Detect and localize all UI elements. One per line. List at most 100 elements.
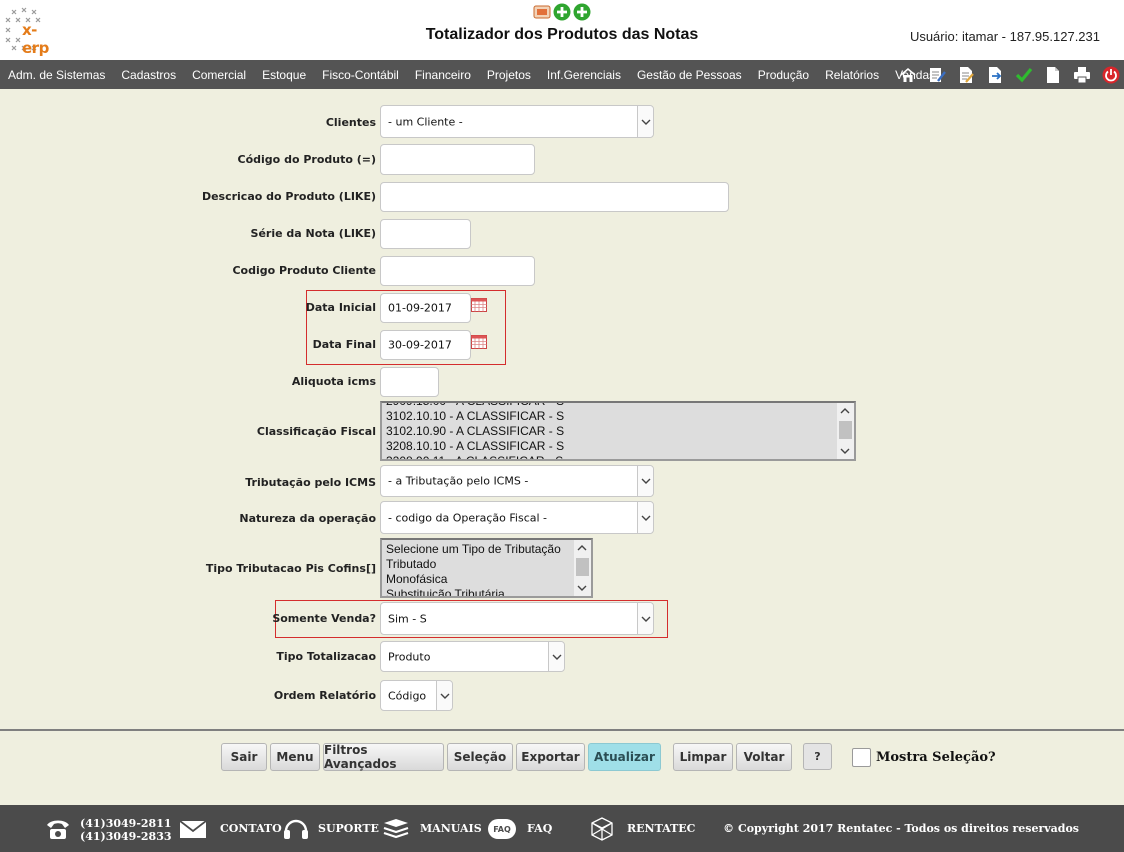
chevron-down-icon — [637, 466, 653, 496]
nav-item-cadastros[interactable]: Cadastros — [113, 68, 184, 82]
ordem-relatorio-select[interactable]: Código — [380, 680, 453, 711]
nav-item-estoque[interactable]: Estoque — [254, 68, 314, 82]
codigo-produto-cliente-input[interactable] — [380, 256, 535, 286]
tributacao-icms-label: Tributação pelo ICMS — [245, 476, 376, 489]
tributacao-option[interactable]: Selecione um Tipo de Tributação — [382, 542, 574, 557]
somente-venda-label: Somente Venda? — [272, 612, 376, 625]
export-icon[interactable] — [985, 65, 1004, 84]
chevron-up-icon[interactable] — [577, 544, 587, 551]
headset-icon[interactable] — [283, 817, 309, 841]
aliquota-icms-input[interactable] — [380, 367, 439, 397]
add-icon[interactable] — [553, 3, 571, 21]
nav-item-inf-gerenciais[interactable]: Inf.Gerenciais — [539, 68, 629, 82]
nav-menu: Adm. de Sistemas Cadastros Comercial Estoqu… — [0, 60, 943, 89]
descricao-produto-label: Descricao do Produto (LIKE) — [201, 190, 376, 203]
check-icon[interactable] — [1014, 65, 1033, 84]
somente-venda-select[interactable]: Sim - S — [380, 602, 654, 635]
codigo-produto-input[interactable] — [380, 144, 535, 175]
calendar-icon[interactable] — [471, 335, 487, 349]
natureza-operacao-select[interactable]: - codigo da Operação Fiscal - — [380, 501, 654, 534]
nav-item-produ-o[interactable]: Produção — [750, 68, 817, 82]
atualizar-button[interactable]: Atualizar — [588, 743, 661, 771]
nav-item-relat-rios[interactable]: Relatórios — [817, 68, 887, 82]
exportar-button[interactable]: Exportar — [516, 743, 585, 771]
descricao-produto-input[interactable] — [380, 182, 729, 212]
nav-item-adm-de-sistemas[interactable]: Adm. de Sistemas — [0, 68, 113, 82]
phone-icon — [47, 820, 69, 839]
edit-icon[interactable] — [927, 65, 946, 84]
chevron-down-icon[interactable] — [577, 585, 587, 592]
codigo-produto-cliente-label: Codigo Produto Cliente — [232, 264, 376, 277]
rentatec-link[interactable]: RENTATEC — [627, 805, 695, 852]
nav-item-gest-o-de-pessoas[interactable]: Gestão de Pessoas — [629, 68, 750, 82]
classificacao-option[interactable]: 3102.10.10 - A CLASSIFICAR - S — [382, 409, 837, 424]
help-button[interactable]: ? — [803, 743, 832, 770]
calendar-icon[interactable] — [471, 298, 487, 312]
voltar-button[interactable]: Voltar — [736, 743, 792, 771]
chevron-down-icon — [637, 603, 653, 634]
classificacao-fiscal-listbox[interactable]: 2909.15.00 - A CLASSIFICAR - S 3102.10.10… — [380, 401, 856, 461]
clientes-value: - um Cliente - — [388, 115, 463, 128]
tributacao-icms-select[interactable]: - a Tributação pelo ICMS - — [380, 465, 654, 497]
footer: (41)3049-2811 (41)3049-2833 CONTATO SUPO… — [0, 805, 1124, 852]
data-final-label: Data Final — [312, 338, 376, 351]
rentatec-logo-icon[interactable] — [588, 815, 616, 843]
chevron-down-icon[interactable] — [840, 448, 850, 455]
nav-item-fisco-cont-bil[interactable]: Fisco-Contábil — [314, 68, 407, 82]
power-icon[interactable] — [1101, 65, 1120, 84]
faq-icon[interactable]: FAQ — [488, 819, 516, 839]
phone-2: (41)3049-2833 — [80, 830, 172, 843]
data-final-input[interactable]: 30-09-2017 — [380, 330, 471, 360]
nav-item-comercial[interactable]: Comercial — [184, 68, 254, 82]
classificacao-option[interactable]: 3208.90.11 - A CLASSIFICAR - S — [382, 454, 837, 459]
filtros-avancados-button[interactable]: Filtros Avançados — [323, 743, 444, 771]
tipo-tributacao-pis-listbox[interactable]: Selecione um Tipo de Tributação Tributado… — [380, 538, 593, 598]
mail-icon[interactable] — [180, 821, 206, 838]
tipo-totalizacao-select[interactable]: Produto — [380, 641, 565, 672]
phone-1: (41)3049-2811 — [80, 817, 172, 830]
tributacao-option[interactable]: Monofásica — [382, 572, 574, 587]
scrollbar-thumb[interactable] — [839, 421, 852, 439]
main-nav: Adm. de Sistemas Cadastros Comercial Estoqu… — [0, 60, 1124, 89]
natureza-operacao-label: Natureza da operação — [239, 512, 376, 525]
nav-item-projetos[interactable]: Projetos — [479, 68, 539, 82]
chevron-down-icon — [548, 642, 564, 671]
scrollbar-thumb[interactable] — [576, 558, 589, 576]
selecao-button[interactable]: Seleção — [447, 743, 513, 771]
user-info: Usuário: itamar - 187.95.127.231 — [909, 29, 1100, 44]
home-icon[interactable] — [898, 65, 917, 84]
classificacao-option[interactable]: 3208.10.10 - A CLASSIFICAR - S — [382, 439, 837, 454]
chevron-down-icon — [637, 106, 653, 137]
top-icons — [533, 3, 591, 21]
faq-link[interactable]: FAQ — [527, 805, 552, 852]
add-more-icon[interactable] — [573, 3, 591, 21]
classificacao-option[interactable]: 3102.10.90 - A CLASSIFICAR - S — [382, 424, 837, 439]
contato-link[interactable]: CONTATO — [220, 805, 282, 852]
clientes-label: Clientes — [325, 116, 376, 129]
tipo-totalizacao-label: Tipo Totalizacao — [276, 650, 376, 663]
chevron-up-icon[interactable] — [840, 407, 850, 414]
books-icon[interactable] — [382, 818, 410, 840]
ordem-relatorio-label: Ordem Relatório — [273, 689, 376, 702]
suporte-link[interactable]: SUPORTE — [318, 805, 379, 852]
tipo-tributacao-options: Selecione um Tipo de Tributação Tributado… — [382, 542, 574, 596]
presentation-icon[interactable] — [533, 3, 551, 21]
mostra-selecao-checkbox[interactable] — [852, 748, 871, 767]
menu-button[interactable]: Menu — [270, 743, 320, 771]
nav-item-financeiro[interactable]: Financeiro — [407, 68, 479, 82]
tipo-tributacao-pis-label: Tipo Tributacao Pis Cofins[] — [205, 562, 376, 575]
serie-nota-input[interactable] — [380, 219, 471, 249]
print-icon[interactable] — [1072, 65, 1091, 84]
tributacao-option[interactable]: Tributado — [382, 557, 574, 572]
scrollbar[interactable] — [574, 540, 591, 596]
scrollbar[interactable] — [837, 403, 854, 459]
limpar-button[interactable]: Limpar — [673, 743, 733, 771]
page-icon[interactable] — [1043, 65, 1062, 84]
classificacao-option[interactable]: 2909.15.00 - A CLASSIFICAR - S — [382, 403, 837, 409]
manuais-link[interactable]: MANUAIS — [420, 805, 482, 852]
sair-button[interactable]: Sair — [221, 743, 267, 771]
tributacao-option[interactable]: Substituição Tributária — [382, 587, 574, 596]
data-inicial-input[interactable]: 01-09-2017 — [380, 293, 471, 323]
clientes-select[interactable]: - um Cliente - — [380, 105, 654, 138]
document-edit-icon[interactable] — [956, 65, 975, 84]
